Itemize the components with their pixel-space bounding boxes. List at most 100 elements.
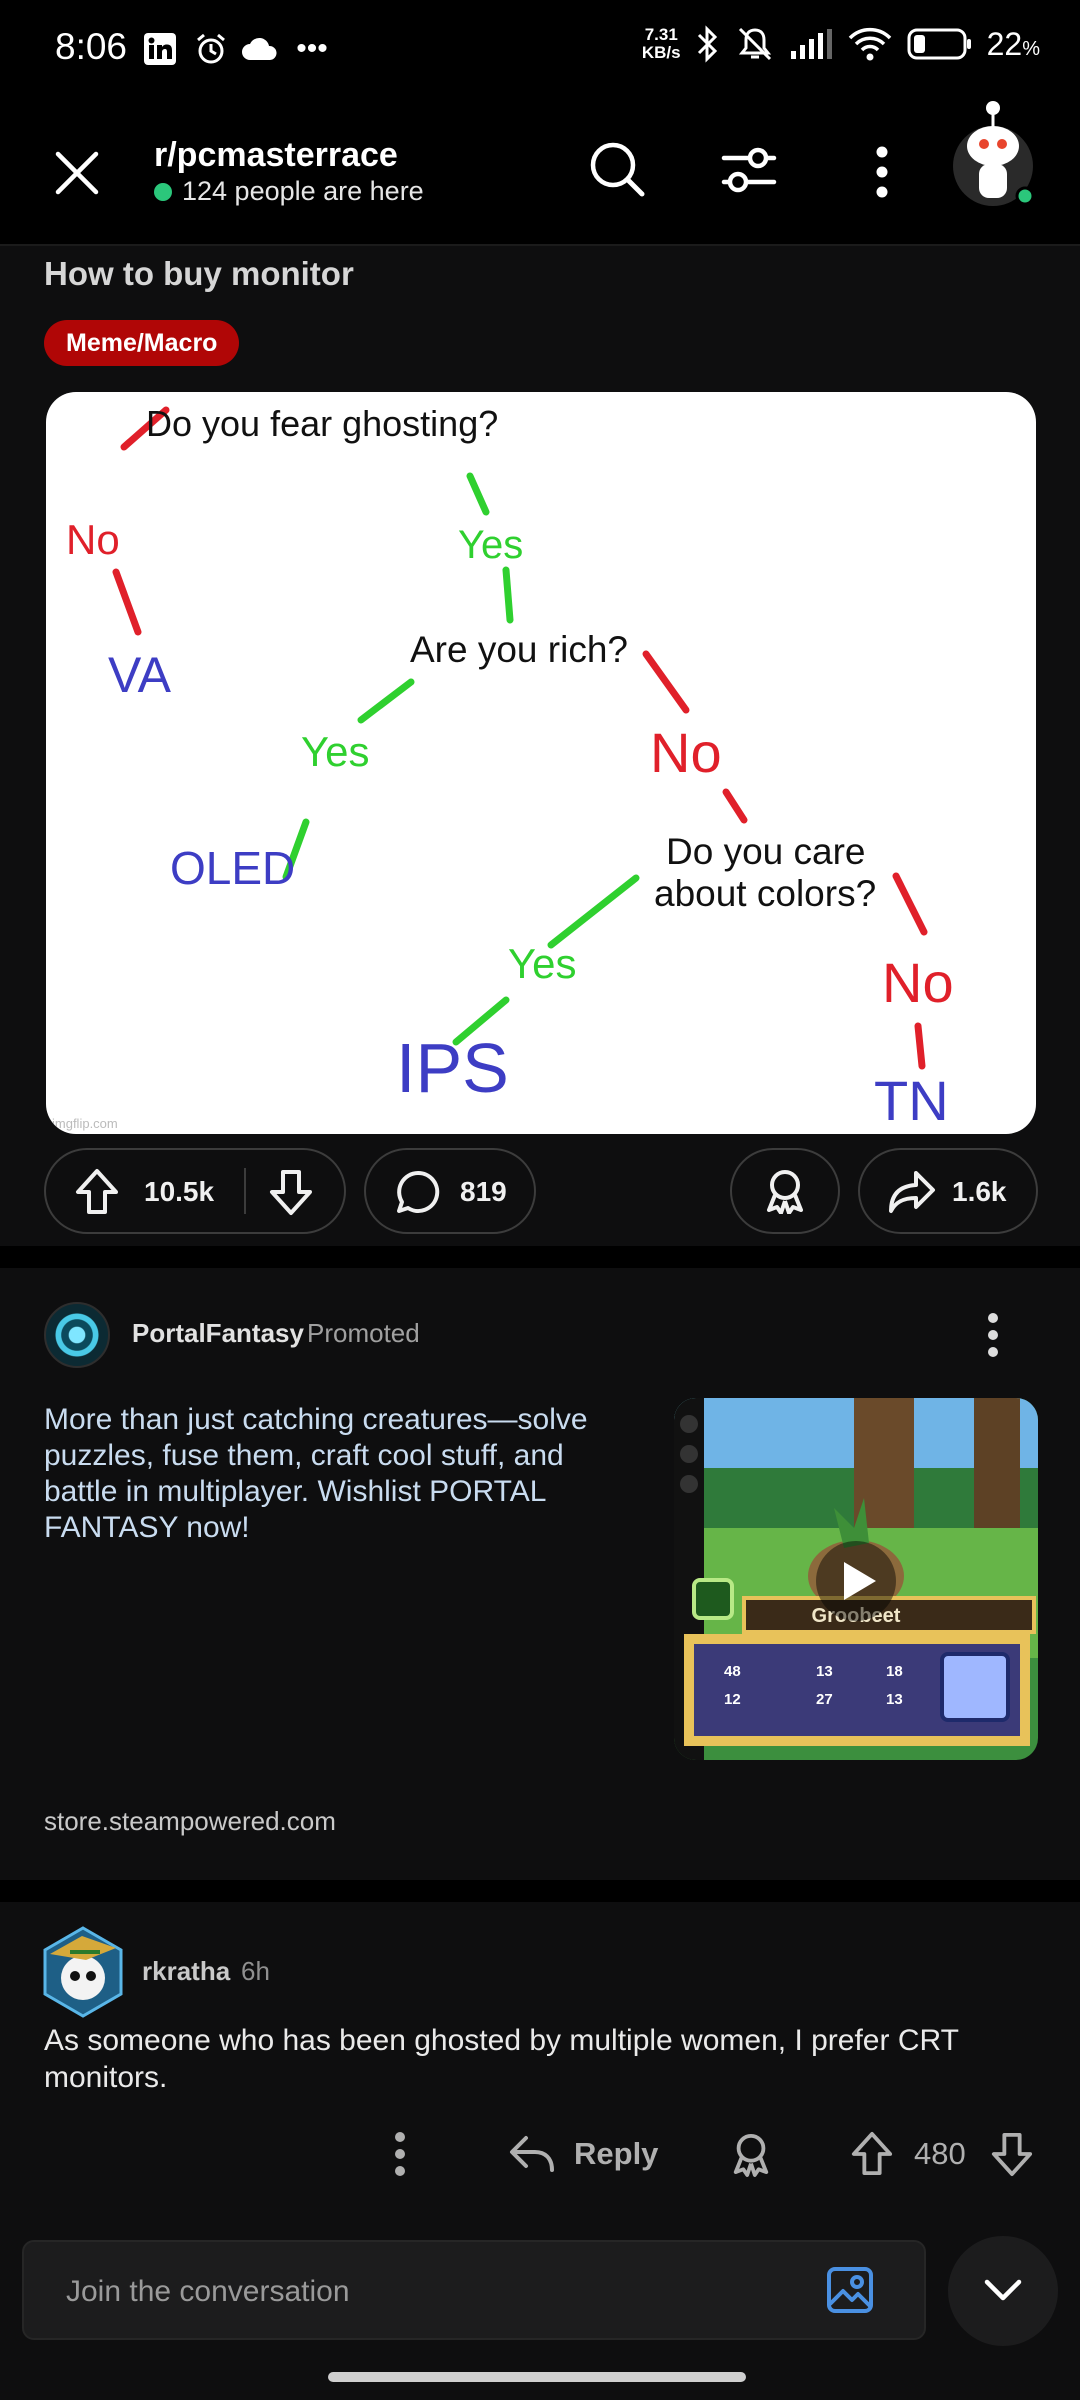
stat-def: 18 bbox=[886, 1663, 903, 1680]
battery-percent: 22 bbox=[986, 25, 1023, 62]
reply-button[interactable]: Reply bbox=[508, 2124, 658, 2184]
ad-text[interactable]: More than just catching creatures—solve … bbox=[44, 1402, 644, 1546]
mute-icon bbox=[738, 27, 771, 61]
image-icon bbox=[827, 2267, 873, 2313]
downvote-icon bbox=[991, 2132, 1033, 2176]
online-dot-icon bbox=[154, 182, 172, 201]
tree-question-3-line1: Do you care bbox=[666, 831, 866, 872]
status-time: 8:06 bbox=[55, 26, 128, 67]
tree-label-yes-1: Yes bbox=[458, 523, 523, 567]
tree-label-no-2: No bbox=[650, 721, 722, 784]
comment-score: 480 bbox=[914, 2136, 966, 2171]
upvote-button[interactable] bbox=[74, 1168, 120, 1223]
stat-luck: 13 bbox=[886, 1691, 903, 1708]
battery-icon bbox=[907, 28, 971, 60]
more-notifications-icon: ••• bbox=[296, 32, 328, 65]
ad-link[interactable]: store.steampowered.com bbox=[44, 1806, 336, 1837]
tree-answer-oled: OLED bbox=[170, 842, 295, 894]
tree-label-no-1: No bbox=[66, 516, 120, 563]
play-icon[interactable] bbox=[816, 1541, 896, 1621]
section-divider bbox=[0, 1880, 1080, 1902]
tree-label-no-3: No bbox=[882, 951, 954, 1014]
signal-icon bbox=[790, 29, 832, 59]
network-speed: 7.31 bbox=[644, 25, 678, 44]
chevron-down-icon bbox=[984, 2279, 1022, 2301]
vote-divider bbox=[244, 1168, 246, 1214]
overflow-menu-button[interactable] bbox=[864, 144, 900, 200]
network-speed-unit: KB/s bbox=[641, 43, 681, 62]
filter-icon bbox=[721, 147, 777, 193]
downvote-icon bbox=[270, 1170, 312, 1215]
reply-label: Reply bbox=[574, 2136, 659, 2171]
advertiser-avatar[interactable] bbox=[44, 1302, 110, 1368]
ad-video-thumbnail[interactable]: Groobeet 48 13 18 12 27 13 bbox=[674, 1398, 1038, 1760]
award-icon bbox=[733, 2133, 769, 2177]
vote-pill: 10.5k bbox=[44, 1148, 346, 1234]
comment-award-button[interactable] bbox=[730, 2124, 772, 2184]
close-button[interactable] bbox=[46, 142, 108, 204]
comments-button[interactable]: 819 bbox=[364, 1148, 536, 1234]
tree-answer-ips: IPS bbox=[396, 1029, 509, 1107]
comment-body: As someone who has been ghosted by multi… bbox=[44, 2024, 959, 2094]
ad-overflow-button[interactable] bbox=[978, 1310, 1008, 1360]
tree-question-1: Do you fear ghosting? bbox=[146, 403, 498, 444]
promoted-label: Promoted bbox=[307, 1318, 420, 1348]
comment-count: 819 bbox=[460, 1176, 507, 1207]
collapse-button[interactable] bbox=[948, 2236, 1058, 2346]
comment-more-button[interactable] bbox=[382, 2124, 418, 2184]
tree-label-yes-2: Yes bbox=[301, 728, 370, 775]
comment-bubble-icon bbox=[397, 1170, 440, 1213]
comment-downvote-button[interactable] bbox=[990, 2124, 1034, 2184]
filter-button[interactable] bbox=[720, 144, 780, 200]
advertiser-name[interactable]: PortalFantasy bbox=[132, 1318, 304, 1349]
composer-placeholder[interactable]: Join the conversation bbox=[66, 2275, 350, 2309]
upvote-icon bbox=[76, 1169, 118, 1214]
comment-timestamp: 6h bbox=[241, 1956, 270, 1986]
post-image[interactable]: Do you fear ghosting? No Yes VA Are you … bbox=[46, 392, 1036, 1134]
alarm-icon bbox=[192, 30, 230, 68]
more-vertical-icon bbox=[988, 1313, 998, 1357]
stat-atk: 13 bbox=[816, 1663, 833, 1680]
commenter-avatar[interactable] bbox=[40, 1924, 126, 2020]
online-text: 124 people are here bbox=[182, 176, 424, 206]
status-right: 7.31 KB/s 22% bbox=[642, 24, 1040, 64]
wifi-icon bbox=[848, 27, 891, 61]
search-icon bbox=[590, 142, 645, 197]
tree-answer-va: VA bbox=[108, 647, 172, 703]
tree-question-2: Are you rich? bbox=[410, 629, 628, 670]
upvote-count: 10.5k bbox=[144, 1176, 215, 1207]
linkedin-icon bbox=[142, 30, 178, 68]
close-icon bbox=[55, 151, 99, 195]
online-count: 124 people are here bbox=[154, 176, 424, 207]
stat-hp: 48 bbox=[724, 1663, 741, 1680]
share-icon bbox=[889, 1171, 935, 1213]
imgflip-watermark: imgflip.com bbox=[52, 1116, 118, 1131]
user-avatar-button[interactable] bbox=[946, 100, 1040, 210]
snoo-avatar-icon bbox=[953, 101, 1035, 206]
battery-percent-unit: % bbox=[1022, 37, 1040, 60]
post-title[interactable]: How to buy monitor bbox=[44, 255, 354, 293]
stat-spd: 27 bbox=[816, 1691, 833, 1708]
subreddit-name[interactable]: r/pcmasterrace bbox=[154, 136, 398, 175]
section-divider bbox=[0, 1246, 1080, 1268]
award-button[interactable] bbox=[730, 1148, 840, 1234]
comment-username[interactable]: rkratha bbox=[142, 1956, 230, 1987]
search-button[interactable] bbox=[588, 140, 650, 202]
tree-label-yes-3: Yes bbox=[508, 940, 577, 987]
downvote-button[interactable] bbox=[268, 1168, 314, 1223]
share-count: 1.6k bbox=[952, 1176, 1007, 1207]
post-flair[interactable]: Meme/Macro bbox=[44, 320, 240, 366]
home-indicator[interactable] bbox=[328, 2372, 746, 2382]
reply-icon bbox=[510, 2136, 554, 2172]
award-icon bbox=[767, 1170, 803, 1214]
tree-question-3-line2: about colors? bbox=[654, 873, 876, 914]
more-vertical-icon bbox=[395, 2132, 405, 2176]
comment-upvote-button[interactable] bbox=[850, 2124, 894, 2184]
upvote-icon bbox=[851, 2132, 893, 2176]
add-image-button[interactable] bbox=[826, 2266, 874, 2314]
share-button[interactable]: 1.6k bbox=[858, 1148, 1038, 1234]
tree-answer-tn: TN bbox=[874, 1069, 949, 1132]
stat-mp: 12 bbox=[724, 1691, 741, 1708]
more-vertical-icon bbox=[876, 146, 888, 198]
cloud-icon bbox=[240, 30, 280, 68]
